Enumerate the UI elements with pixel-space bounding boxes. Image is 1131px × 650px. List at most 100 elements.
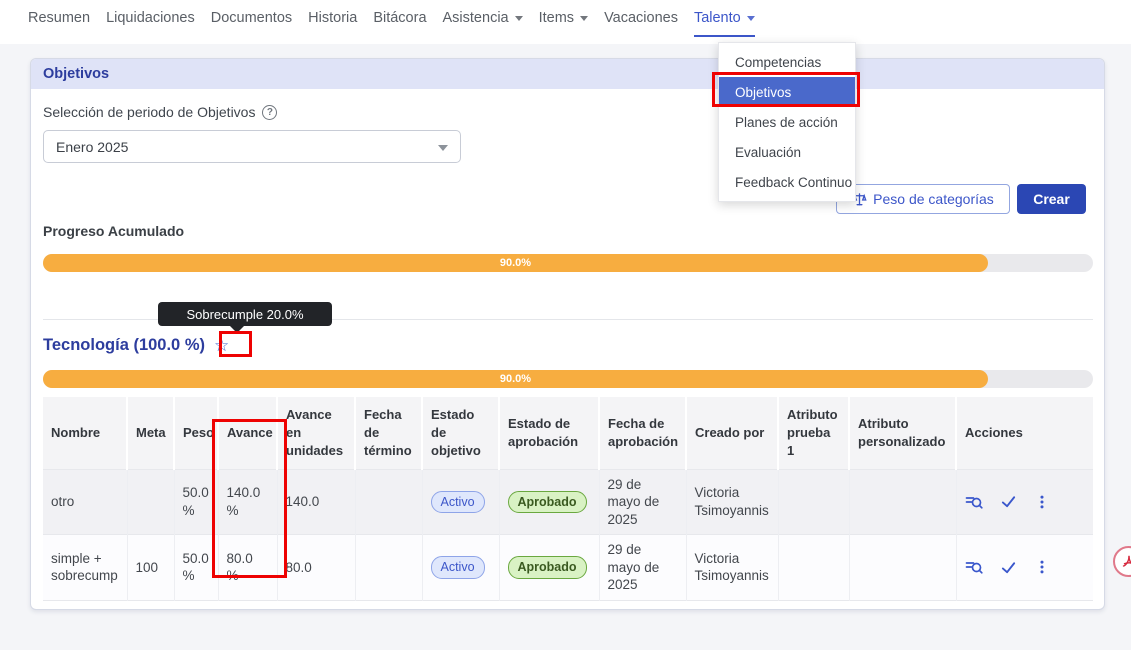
nav-label: Asistencia [443,10,509,26]
nav-item-resumen[interactable]: Resumen [28,10,90,37]
caret-down-icon [515,16,523,21]
nav-label: Vacaciones [604,10,678,26]
create-button-label: Crear [1033,191,1070,207]
nav-item-talento[interactable]: Talento [694,10,755,37]
cell-estado-objetivo: Activo [422,469,499,535]
column-header-estado-aprobacion: Estado de aprobación [499,397,599,469]
cell-fecha-termino [355,469,422,535]
cell-avance-unidades: 140.0 [277,469,355,535]
menu-item-feedback-continuo[interactable]: Feedback Continuo [719,167,855,197]
card-title: Objetivos [43,66,109,82]
check-icon[interactable] [1000,559,1017,576]
pdf-icon [1121,554,1131,570]
objetivos-card: Objetivos Selección de periodo de Objeti… [30,58,1105,610]
column-header-nombre: Nombre [43,397,127,469]
cell-meta [127,469,174,535]
kebab-menu-icon[interactable] [1034,494,1050,510]
status-badge-approved: Aprobado [508,556,587,578]
cell-atributo-prueba [778,469,849,535]
nav-label: Resumen [28,10,90,26]
cell-nombre: otro [43,469,127,535]
overall-progress-value: 90.0% [43,257,988,269]
period-select-label: Selección de periodo de Objetivos ? [43,104,277,120]
category-progress-bar: 90.0% [43,370,1093,388]
category-weights-button[interactable]: Peso de categorías [836,184,1010,214]
column-header-estado-objetivo: Estado de objetivo [422,397,499,469]
category-title: Tecnología (100.0 %) [43,336,205,355]
column-header-avance: Avance [218,397,277,469]
tooltip-arrow-icon [230,326,244,333]
detail-search-icon[interactable] [965,493,983,511]
overall-progress-bar: 90.0% [43,254,1093,272]
nav-item-historia[interactable]: Historia [308,10,357,37]
cell-avance: 80.0 % [218,535,277,601]
accumulated-progress-label: Progreso Acumulado [43,223,184,239]
cell-estado-objetivo: Activo [422,535,499,601]
menu-item-competencias[interactable]: Competencias [719,47,855,77]
status-badge-active: Activo [431,491,485,513]
cell-acciones [956,535,1093,601]
help-icon[interactable]: ? [262,105,277,120]
card-header: Objetivos [31,59,1104,89]
chevron-down-icon [438,145,448,151]
cell-estado-aprobacion: Aprobado [499,535,599,601]
talento-dropdown-menu: Competencias Objetivos Planes de acción … [718,42,856,202]
cell-atributo-personalizado [849,535,956,601]
column-header-atributo-prueba: Atributo prueba 1 [778,397,849,469]
nav-label: Bitácora [373,10,426,26]
top-navigation: Resumen Liquidaciones Documentos Histori… [28,10,755,37]
cell-atributo-personalizado [849,469,956,535]
star-icon[interactable]: ☆ [214,337,229,354]
cell-creado-por: Victoria Tsimoyannis [686,535,778,601]
kebab-menu-icon[interactable] [1034,559,1050,575]
table-row: otro 50.0 % 140.0 % 140.0 Activo Aprobad… [43,469,1093,535]
check-icon[interactable] [1000,493,1017,510]
caret-down-icon [747,16,755,21]
period-select[interactable]: Enero 2025 [43,130,461,163]
tooltip-text: Sobrecumple 20.0% [186,307,303,322]
cell-acciones [956,469,1093,535]
column-header-avance-unidades: Avance en unidades [277,397,355,469]
row-actions [965,493,1086,511]
overachievement-tooltip: Sobrecumple 20.0% [158,302,332,326]
nav-item-documentos[interactable]: Documentos [211,10,292,37]
cell-avance: 140.0 % [218,469,277,535]
overall-progress-fill: 90.0% [43,254,988,272]
objectives-table: Nombre Meta Peso Avance Avance en unidad… [43,397,1093,601]
detail-search-icon[interactable] [965,558,983,576]
cell-peso: 50.0 % [174,535,218,601]
nav-item-items[interactable]: Items [539,10,588,37]
cell-nombre: simple + sobrecump [43,535,127,601]
category-progress-value: 90.0% [43,373,988,385]
period-label-text: Selección de periodo de Objetivos [43,104,255,120]
column-header-fecha-termino: Fecha de término [355,397,422,469]
category-heading-row: Tecnología (100.0 %) ☆ [43,336,229,355]
category-weights-label: Peso de categorías [873,191,994,207]
create-button[interactable]: Crear [1017,184,1086,214]
nav-label: Historia [308,10,357,26]
nav-item-bitacora[interactable]: Bitácora [373,10,426,37]
menu-item-planes-de-accion[interactable]: Planes de acción [719,107,855,137]
column-header-peso: Peso [174,397,218,469]
table-row: simple + sobrecump 100 50.0 % 80.0 % 80.… [43,535,1093,601]
page: Resumen Liquidaciones Documentos Histori… [0,0,1131,650]
menu-item-evaluacion[interactable]: Evaluación [719,137,855,167]
cell-peso: 50.0 % [174,469,218,535]
nav-label: Items [539,10,574,26]
nav-item-asistencia[interactable]: Asistencia [443,10,523,37]
nav-item-liquidaciones[interactable]: Liquidaciones [106,10,195,37]
cell-creado-por: Victoria Tsimoyannis [686,469,778,535]
cell-avance-unidades: 80.0 [277,535,355,601]
cell-fecha-aprobacion: 29 de mayo de 2025 [599,469,686,535]
nav-label: Talento [694,10,741,26]
nav-label: Liquidaciones [106,10,195,26]
status-badge-active: Activo [431,556,485,578]
column-header-atributo-personalizado: Atributo personalizado [849,397,956,469]
menu-item-objetivos[interactable]: Objetivos [719,77,855,107]
status-badge-approved: Aprobado [508,491,587,513]
nav-item-vacaciones[interactable]: Vacaciones [604,10,678,37]
column-header-creado-por: Creado por [686,397,778,469]
cell-fecha-aprobacion: 29 de mayo de 2025 [599,535,686,601]
column-header-acciones: Acciones [956,397,1093,469]
category-progress-fill: 90.0% [43,370,988,388]
